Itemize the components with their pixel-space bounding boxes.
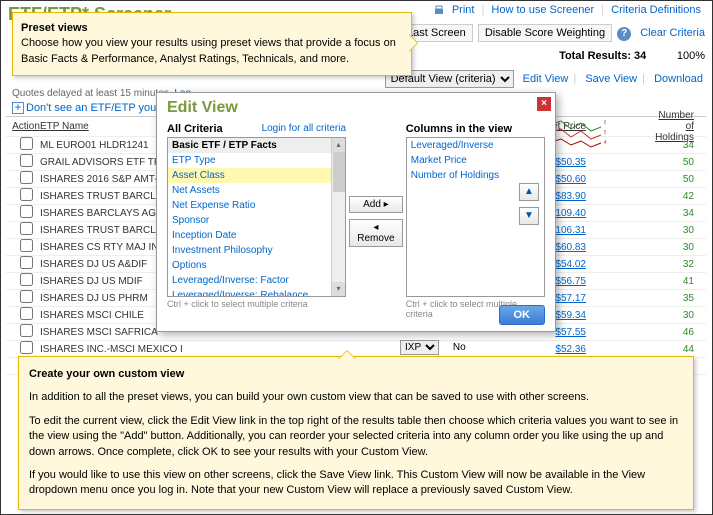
login-all-criteria-link[interactable]: Login for all criteria	[262, 123, 346, 134]
download-link[interactable]: Download	[652, 73, 705, 85]
all-criteria-list[interactable]: Basic ETF / ETP FactsETP TypeAsset Class…	[167, 137, 346, 297]
criteria-item[interactable]: Inception Date	[168, 228, 345, 243]
row-checkbox[interactable]	[20, 290, 33, 303]
scrollbar[interactable]: ▴ ▾	[331, 138, 345, 296]
help-icon[interactable]: ?	[617, 27, 631, 41]
row-checkbox[interactable]	[20, 222, 33, 235]
howto-link[interactable]: How to use Screener	[487, 4, 598, 16]
close-icon[interactable]: ×	[537, 97, 551, 111]
market-price[interactable]: $59.34	[555, 310, 586, 321]
col-action[interactable]: Action	[12, 121, 40, 132]
row-checkbox[interactable]	[20, 154, 33, 167]
clear-criteria-link[interactable]: Clear Criteria	[640, 27, 705, 39]
row-checkbox[interactable]	[20, 205, 33, 218]
modal-title: Edit View	[157, 93, 555, 123]
holdings-count: 30	[654, 242, 694, 253]
criteria-item[interactable]: Leveraged/Inverse: Factor	[168, 273, 345, 288]
callout-custom-view: Create your own custom view In addition …	[18, 356, 694, 510]
all-criteria-label: All Criteria	[167, 123, 223, 135]
edit-view-link[interactable]: Edit View	[521, 73, 571, 85]
row-checkbox[interactable]	[20, 324, 33, 337]
criteria-item[interactable]: Net Assets	[168, 183, 345, 198]
ok-button[interactable]: OK	[499, 305, 546, 325]
holdings-count: 50	[654, 174, 694, 185]
columns-in-view-label: Columns in the view	[406, 123, 512, 135]
ticker-select[interactable]: IXP	[400, 340, 439, 355]
remove-button[interactable]: ◂ Remove	[349, 219, 403, 247]
holdings-count: 30	[654, 225, 694, 236]
view-column-item[interactable]: Market Price	[407, 153, 544, 168]
market-price[interactable]: $50.35	[555, 157, 586, 168]
market-price[interactable]: $54.02	[555, 259, 586, 270]
row-checkbox[interactable]	[20, 341, 33, 354]
holdings-count: 42	[654, 191, 694, 202]
add-button[interactable]: Add ▸	[349, 196, 403, 213]
view-column-item[interactable]: Leveraged/Inverse	[407, 138, 544, 153]
save-view-link[interactable]: Save View	[583, 73, 639, 85]
col-holdings[interactable]: Number of Holdings	[655, 110, 694, 143]
move-down-button[interactable]: ▼	[519, 207, 539, 225]
scroll-up-icon[interactable]: ▴	[332, 138, 345, 152]
criteria-item[interactable]: Net Expense Ratio	[168, 198, 345, 213]
holdings-count: 30	[654, 310, 694, 321]
svg-text:54.53: 54.53	[604, 130, 606, 136]
market-price[interactable]: $52.36	[555, 344, 586, 355]
criteria-item[interactable]: Asset Class	[168, 168, 345, 183]
print-link[interactable]: Print	[448, 4, 479, 16]
multi-select-hint: Ctrl + click to select multiple criteria	[167, 299, 346, 309]
results-summary: Total Results: 34 100%	[559, 50, 705, 62]
criteria-def-link[interactable]: Criteria Definitions	[607, 4, 705, 16]
holdings-count: 32	[654, 259, 694, 270]
view-column-item[interactable]: Number of Holdings	[407, 168, 544, 183]
plus-icon: +	[12, 102, 24, 114]
col-name[interactable]: ETP Name	[40, 121, 89, 132]
holdings-count: 44	[654, 344, 694, 355]
edit-view-modal: × Edit View All Criteria Login for all c…	[156, 92, 556, 332]
criteria-item[interactable]: Sponsor	[168, 213, 345, 228]
criteria-item[interactable]: Investment Philosophy	[168, 243, 345, 258]
market-price[interactable]: $50.60	[555, 174, 586, 185]
holdings-count: 34	[654, 208, 694, 219]
criteria-item[interactable]: Leveraged/Inverse: Rebalance Frequency	[168, 288, 345, 297]
move-up-button[interactable]: ▲	[519, 183, 539, 201]
holdings-count: 34	[654, 140, 694, 151]
etp-name: ISHARES INC.-MSCI MEXICO I	[40, 344, 200, 355]
ticker-row: IXP No	[400, 340, 466, 355]
holdings-count: 41	[654, 276, 694, 287]
holdings-count: 35	[654, 293, 694, 304]
criteria-item[interactable]: ETP Type	[168, 153, 345, 168]
holdings-count: 50	[654, 157, 694, 168]
row-checkbox[interactable]	[20, 137, 33, 150]
row-checkbox[interactable]	[20, 239, 33, 252]
svg-text:65.28: 65.28	[604, 120, 606, 126]
callout-preset-views: Preset views Choose how you view your re…	[12, 12, 412, 76]
market-price[interactable]: $57.55	[555, 327, 586, 338]
market-price[interactable]: $83.90	[555, 191, 586, 202]
view-bar: Default View (criteria) Edit View | Save…	[385, 70, 705, 88]
holdings-count: 46	[654, 327, 694, 338]
market-price[interactable]: $57.17	[555, 293, 586, 304]
top-links: Print | How to use Screener | Criteria D…	[433, 4, 705, 16]
market-price[interactable]: $56.75	[555, 276, 586, 287]
print-icon	[433, 4, 445, 16]
svg-text:47.65: 47.65	[604, 140, 606, 146]
disable-weighting-button[interactable]: Disable Score Weighting	[478, 24, 612, 42]
market-price[interactable]: $60.83	[555, 242, 586, 253]
criteria-item[interactable]: Options	[168, 258, 345, 273]
scroll-thumb[interactable]	[333, 152, 345, 192]
row-checkbox[interactable]	[20, 256, 33, 269]
criteria-group: Basic ETF / ETP Facts	[168, 138, 345, 153]
row-checkbox[interactable]	[20, 307, 33, 320]
row-checkbox[interactable]	[20, 171, 33, 184]
row-checkbox[interactable]	[20, 273, 33, 286]
row-checkbox[interactable]	[20, 188, 33, 201]
scroll-down-icon[interactable]: ▾	[332, 282, 345, 296]
